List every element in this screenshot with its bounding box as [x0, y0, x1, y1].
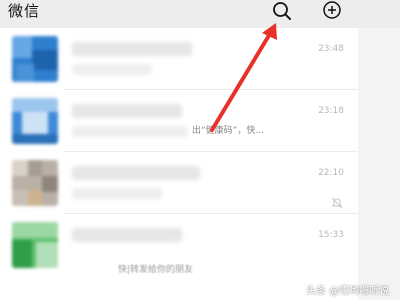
avatar — [12, 98, 58, 144]
avatar — [12, 222, 58, 268]
chat-time: 23:18 — [318, 106, 344, 116]
add-button[interactable] — [321, 0, 343, 22]
chat-name-blurred — [72, 228, 182, 242]
scroll-area — [358, 28, 400, 300]
chat-name-blurred — [72, 104, 182, 118]
chat-preview-blurred — [72, 126, 188, 137]
chat-name-blurred — [72, 166, 200, 180]
chat-time: 15:33 — [318, 230, 344, 240]
avatar — [12, 160, 58, 206]
mute-bell-icon — [331, 197, 343, 209]
plus-circle-icon — [323, 1, 341, 19]
search-icon — [273, 2, 291, 20]
chat-preview-blurred — [72, 188, 162, 199]
watermark: 头条 @哎哟喂听说 — [306, 286, 390, 297]
chat-preview: 出“健康码”，快... — [192, 126, 264, 136]
avatar — [12, 36, 58, 82]
chat-list: 23:48 23:18 22:10 15:33 — [0, 28, 358, 300]
chat-preview-blurred — [72, 64, 152, 75]
top-bar: 微信 — [0, 0, 400, 28]
chat-preview: 快|转发给你的朋友 — [118, 265, 194, 275]
page-title: 微信 — [8, 2, 41, 20]
chat-row[interactable]: 22:10 — [0, 152, 358, 214]
chat-row[interactable]: 23:18 — [0, 90, 358, 152]
search-button[interactable] — [271, 0, 293, 22]
chat-row[interactable]: 23:48 — [0, 28, 358, 90]
chat-time: 23:48 — [318, 44, 344, 54]
chat-name-blurred — [72, 42, 192, 56]
chat-time: 22:10 — [318, 168, 344, 178]
